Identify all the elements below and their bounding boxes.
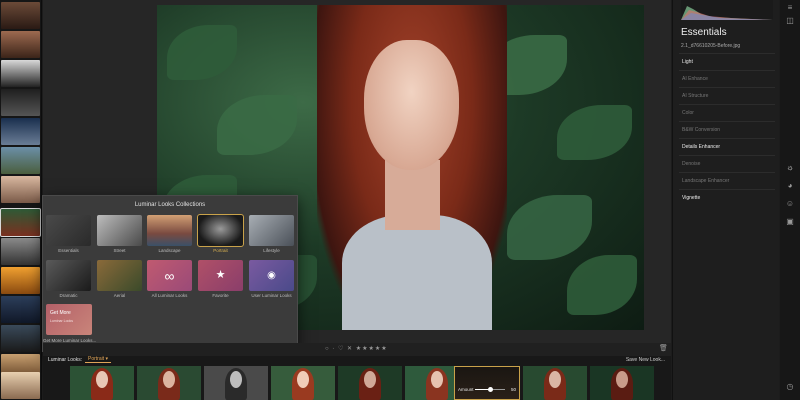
tool-label: Denoise — [682, 161, 701, 167]
look-essentials[interactable]: Essentials — [46, 215, 91, 253]
image-toolbar: ○ · ♡ ✕ ★★★★★ 🗑 — [43, 343, 671, 356]
tool-denoise[interactable]: Denoise — [679, 155, 775, 172]
look-portrait[interactable]: Portrait — [197, 214, 244, 253]
filmstrip-thumbnail[interactable] — [1, 325, 40, 352]
filmstrip-thumbnail[interactable] — [1, 89, 40, 116]
tools-rail: ≡ ◫ ☼ ◕ ☺ ▣ ◷ — [780, 0, 800, 400]
look-thumbnail[interactable] — [137, 366, 201, 400]
look-aerial[interactable]: Aerial — [97, 260, 142, 298]
look-thumbnail[interactable] — [338, 366, 402, 400]
save-new-look-button[interactable]: Save New Look... — [626, 357, 665, 363]
history-icon[interactable]: ◷ — [784, 381, 796, 393]
filmstrip-thumbnail[interactable] — [1, 118, 40, 145]
look-lifestyle[interactable]: Lifestyle — [249, 215, 294, 253]
tool-ai-structure[interactable]: AI Structure — [679, 87, 775, 104]
look-thumbnail[interactable] — [70, 366, 134, 400]
filmstrip-thumbnail[interactable] — [1, 267, 40, 294]
file-name: 2.1_d76610205-Before.jpg — [681, 43, 741, 49]
look-favorite[interactable]: ★ Favorite — [198, 260, 243, 298]
tool-label: Light — [682, 59, 693, 65]
filmstrip-thumbnail-selected[interactable] — [0, 208, 41, 237]
looks-filmstrip: Luminar Looks: Portrait ▾ Save New Look.… — [43, 356, 671, 400]
filmstrip — [0, 0, 42, 400]
looks-collection-dropdown[interactable]: Portrait ▾ — [85, 356, 112, 363]
tool-label: Landscape Enhancer — [682, 178, 730, 184]
tool-label: AI Enhance — [682, 76, 708, 82]
user-icon: ◉ — [267, 269, 276, 281]
look-landscape[interactable]: Landscape — [147, 215, 192, 253]
filmstrip-thumbnail[interactable] — [1, 372, 40, 399]
filmstrip-thumbnail[interactable] — [1, 296, 40, 323]
tool-vignette[interactable]: Vignette — [679, 189, 775, 206]
tool-b-w-conversion[interactable]: B&W Conversion — [679, 121, 775, 138]
amount-slider[interactable] — [475, 387, 505, 392]
filmstrip-thumbnail[interactable] — [1, 31, 40, 58]
tool-landscape-enhancer[interactable]: Landscape Enhancer — [679, 172, 775, 189]
tool-label: Vignette — [682, 195, 701, 201]
look-thumbnail[interactable] — [271, 366, 335, 400]
tool-details-enhancer[interactable]: Details Enhancer — [679, 138, 775, 155]
popup-title: Luminar Looks Collections — [134, 202, 206, 208]
compare-icon[interactable]: ◫ — [784, 15, 796, 27]
layers-icon[interactable]: ≡ — [784, 2, 796, 14]
look-thumbnail[interactable] — [590, 366, 654, 400]
filmstrip-thumbnail[interactable] — [1, 60, 40, 87]
looks-label: Luminar Looks: — [48, 357, 83, 363]
tool-light[interactable]: Light — [679, 53, 775, 70]
look-thumbnail[interactable] — [523, 366, 587, 400]
tool-color[interactable]: Color — [679, 104, 775, 121]
face-icon[interactable]: ☺ — [784, 198, 796, 210]
infinity-icon: ∞ — [164, 267, 175, 284]
look-user-luminar-looks[interactable]: ◉ User Luminar Looks — [249, 260, 294, 298]
look-thumbnail[interactable] — [204, 366, 268, 400]
trash-icon[interactable]: 🗑 — [659, 344, 668, 352]
filmstrip-thumbnail[interactable] — [1, 147, 40, 174]
panel-title: Essentials — [681, 27, 727, 38]
tool-label: Color — [682, 110, 694, 116]
star-icon: ★ — [215, 269, 226, 281]
sun-icon[interactable]: ☼ — [784, 162, 796, 174]
essentials-panel: Essentials 2.1_d76610205-Before.jpg Ligh… — [672, 0, 779, 400]
filmstrip-thumbnail[interactable] — [1, 238, 40, 265]
filmstrip-thumbnail[interactable] — [1, 176, 40, 203]
histogram — [681, 0, 773, 20]
get-more-looks-button[interactable]: Get More Luminar Looks — [46, 304, 92, 335]
filmstrip-thumbnail[interactable] — [1, 2, 40, 29]
looks-collections-popup: Luminar Looks Collections Essentials Str… — [42, 195, 298, 352]
tool-label: B&W Conversion — [682, 127, 721, 133]
tool-ai-enhance[interactable]: AI Enhance — [679, 70, 775, 87]
selected-look-amount[interactable]: Amount 50 — [454, 366, 520, 400]
palette-icon[interactable]: ◕ — [784, 180, 796, 192]
tool-label: AI Structure — [682, 93, 709, 99]
look-all-luminar-looks[interactable]: ∞ All Luminar Looks — [147, 260, 192, 298]
look-street[interactable]: Street — [97, 215, 142, 253]
pro-icon[interactable]: ▣ — [784, 216, 796, 228]
look-dramatic[interactable]: Dramatic — [46, 260, 91, 298]
tool-label: Details Enhancer — [682, 144, 721, 150]
rating-flags[interactable]: ○ · ♡ ✕ ★★★★★ — [325, 345, 388, 352]
slider-knob[interactable] — [488, 387, 493, 392]
